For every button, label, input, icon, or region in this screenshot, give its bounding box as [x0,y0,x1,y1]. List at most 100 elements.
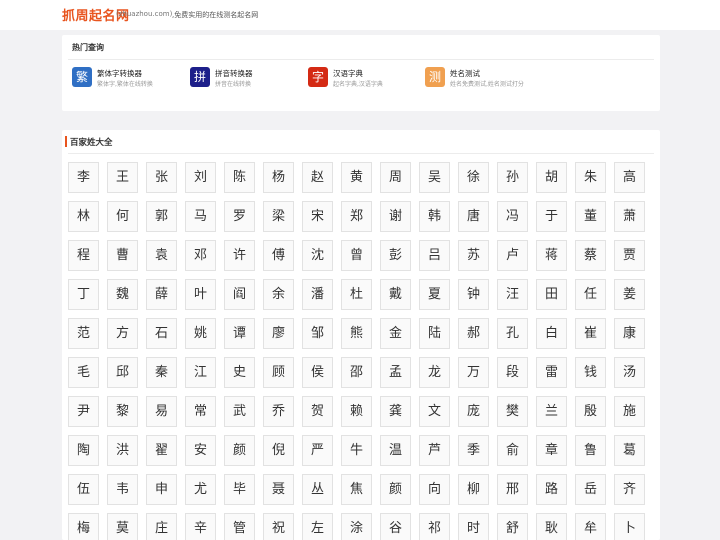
surname-link[interactable]: 刘 [185,162,216,193]
surname-link[interactable]: 薛 [146,279,177,310]
surname-link[interactable]: 赵 [302,162,333,193]
surname-link[interactable]: 韩 [419,201,450,232]
surname-link[interactable]: 邹 [302,318,333,349]
surname-link[interactable]: 何 [107,201,138,232]
surname-link[interactable]: 唐 [458,201,489,232]
surname-link[interactable]: 毕 [224,474,255,505]
surname-link[interactable]: 郝 [458,318,489,349]
surname-link[interactable]: 乔 [263,396,294,427]
surname-link[interactable]: 冯 [497,201,528,232]
surname-link[interactable]: 时 [458,513,489,540]
tool-name[interactable]: 姓名测试 [450,68,480,79]
surname-link[interactable]: 常 [185,396,216,427]
surname-link[interactable]: 丁 [68,279,99,310]
surname-link[interactable]: 施 [614,396,645,427]
surname-link[interactable]: 许 [224,240,255,271]
surname-link[interactable]: 左 [302,513,333,540]
surname-link[interactable]: 岳 [575,474,606,505]
surname-link[interactable]: 林 [68,201,99,232]
surname-link[interactable]: 蒋 [536,240,567,271]
surname-link[interactable]: 武 [224,396,255,427]
surname-link[interactable]: 戴 [380,279,411,310]
surname-link[interactable]: 谭 [224,318,255,349]
surname-link[interactable]: 孟 [380,357,411,388]
surname-link[interactable]: 毛 [68,357,99,388]
surname-link[interactable]: 邢 [497,474,528,505]
tool-name-test[interactable]: 测 姓名测试 姓名免费测试,姓名测试打分 [425,67,535,93]
surname-link[interactable]: 曾 [341,240,372,271]
surname-link[interactable]: 廖 [263,318,294,349]
surname-link[interactable]: 申 [146,474,177,505]
tool-pinyin-converter[interactable]: 拼 拼音转换器 拼音在线转换 [190,67,300,93]
surname-link[interactable]: 管 [224,513,255,540]
surname-link[interactable]: 彭 [380,240,411,271]
surname-link[interactable]: 聂 [263,474,294,505]
surname-link[interactable]: 邱 [107,357,138,388]
surname-link[interactable]: 路 [536,474,567,505]
surname-link[interactable]: 牟 [575,513,606,540]
surname-link[interactable]: 樊 [497,396,528,427]
surname-link[interactable]: 秦 [146,357,177,388]
surname-link[interactable]: 鲁 [575,435,606,466]
surname-link[interactable]: 焦 [341,474,372,505]
surname-link[interactable]: 涂 [341,513,372,540]
surname-link[interactable]: 田 [536,279,567,310]
surname-link[interactable]: 黄 [341,162,372,193]
surname-link[interactable]: 尹 [68,396,99,427]
surname-link[interactable]: 龚 [380,396,411,427]
surname-link[interactable]: 段 [497,357,528,388]
surname-link[interactable]: 安 [185,435,216,466]
tool-traditional-converter[interactable]: 繁 繁体字转换器 繁体字,繁体在线转换 [72,67,182,93]
surname-link[interactable]: 齐 [614,474,645,505]
surname-link[interactable]: 舒 [497,513,528,540]
surname-link[interactable]: 柳 [458,474,489,505]
surname-link[interactable]: 翟 [146,435,177,466]
surname-link[interactable]: 沈 [302,240,333,271]
surname-link[interactable]: 康 [614,318,645,349]
surname-link[interactable]: 侯 [302,357,333,388]
surname-link[interactable]: 黎 [107,396,138,427]
surname-link[interactable]: 殷 [575,396,606,427]
surname-link[interactable]: 颜 [380,474,411,505]
surname-link[interactable]: 俞 [497,435,528,466]
tool-name[interactable]: 繁体字转换器 [97,68,142,79]
surname-link[interactable]: 邵 [341,357,372,388]
surname-link[interactable]: 卢 [497,240,528,271]
surname-link[interactable]: 雷 [536,357,567,388]
surname-link[interactable]: 钟 [458,279,489,310]
surname-link[interactable]: 丛 [302,474,333,505]
surname-link[interactable]: 陆 [419,318,450,349]
surname-link[interactable]: 贺 [302,396,333,427]
surname-link[interactable]: 耿 [536,513,567,540]
surname-link[interactable]: 张 [146,162,177,193]
surname-link[interactable]: 傅 [263,240,294,271]
surname-link[interactable]: 董 [575,201,606,232]
surname-link[interactable]: 范 [68,318,99,349]
surname-link[interactable]: 叶 [185,279,216,310]
surname-link[interactable]: 万 [458,357,489,388]
surname-link[interactable]: 潘 [302,279,333,310]
surname-link[interactable]: 谷 [380,513,411,540]
surname-link[interactable]: 朱 [575,162,606,193]
tool-name[interactable]: 汉语字典 [333,68,363,79]
surname-link[interactable]: 庄 [146,513,177,540]
surname-link[interactable]: 程 [68,240,99,271]
surname-link[interactable]: 萧 [614,201,645,232]
surname-link[interactable]: 莫 [107,513,138,540]
surname-link[interactable]: 高 [614,162,645,193]
surname-link[interactable]: 李 [68,162,99,193]
surname-link[interactable]: 于 [536,201,567,232]
surname-link[interactable]: 邓 [185,240,216,271]
surname-link[interactable]: 贾 [614,240,645,271]
surname-link[interactable]: 文 [419,396,450,427]
tool-name[interactable]: 拼音转换器 [215,68,253,79]
surname-link[interactable]: 葛 [614,435,645,466]
surname-link[interactable]: 谢 [380,201,411,232]
surname-link[interactable]: 苏 [458,240,489,271]
surname-link[interactable]: 江 [185,357,216,388]
surname-link[interactable]: 钱 [575,357,606,388]
surname-link[interactable]: 余 [263,279,294,310]
surname-link[interactable]: 温 [380,435,411,466]
surname-link[interactable]: 章 [536,435,567,466]
surname-link[interactable]: 兰 [536,396,567,427]
